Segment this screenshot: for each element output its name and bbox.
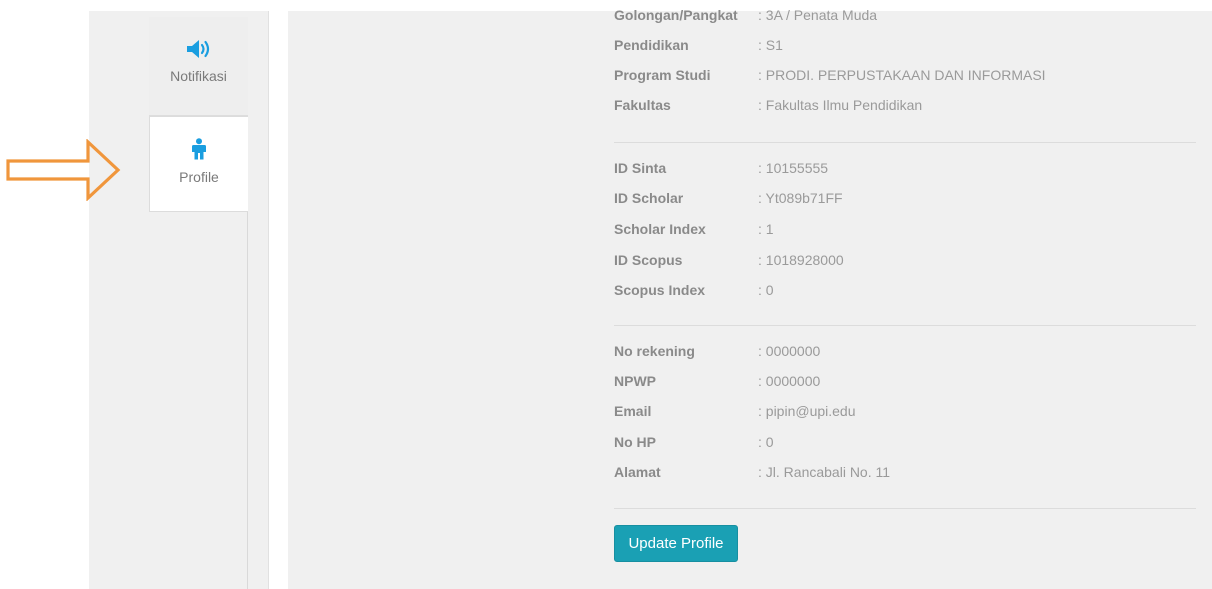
field-label: Fakultas [614,97,671,113]
speaker-icon [186,40,209,58]
field-value: : 0000000 [758,343,821,359]
update-profile-button[interactable]: Update Profile [614,525,738,562]
tab-notifikasi[interactable]: Notifikasi [149,17,248,116]
gutter [269,11,288,589]
page: Notifikasi Profile Golongan/Pangkat : 3A… [0,0,1212,589]
field-label: Program Studi [614,67,711,83]
field-label: Email [614,403,652,419]
field-value: : 10155555 [758,160,829,176]
field-value: : pipin@upi.edu [758,403,856,419]
section-divider [614,325,1196,326]
profile-content-panel [288,11,1212,589]
field-value: : 0000000 [758,373,821,389]
field-label: NPWP [614,373,656,389]
field-value: : Jl. Rancabali No. 11 [758,464,891,480]
field-value: : 0 [758,434,774,450]
field-value: : PRODI. PERPUSTAKAAN DAN INFORMASI [758,67,1046,83]
field-value: : Fakultas Ilmu Pendidikan [758,97,923,113]
field-label: Scopus Index [614,282,706,298]
person-icon [192,138,206,160]
field-label: No rekening [614,343,695,359]
field-label: No HP [614,434,656,450]
section-divider [614,508,1196,509]
tab-profile[interactable]: Profile [149,116,248,212]
tab-notifikasi-label: Notifikasi [170,68,227,84]
field-value: : 1018928000 [758,252,844,268]
section-divider [614,142,1196,143]
field-value: : Yt089b71FF [758,190,843,206]
field-label: Golongan/Pangkat [614,7,738,23]
top-band [0,0,1212,11]
field-label: Scholar Index [614,221,706,237]
field-label: ID Scopus [614,252,683,268]
tab-profile-label: Profile [179,169,219,185]
field-value: : 1 [758,221,774,237]
field-label: ID Scholar [614,190,684,206]
arrow-right-icon [6,139,121,201]
tab-column-border [247,211,248,589]
field-value: : 0 [758,282,774,298]
field-label: Alamat [614,464,661,480]
field-value: : 3A / Penata Muda [758,7,878,23]
field-label: ID Sinta [614,160,667,176]
field-value: : S1 [758,37,783,53]
field-label: Pendidikan [614,37,689,53]
